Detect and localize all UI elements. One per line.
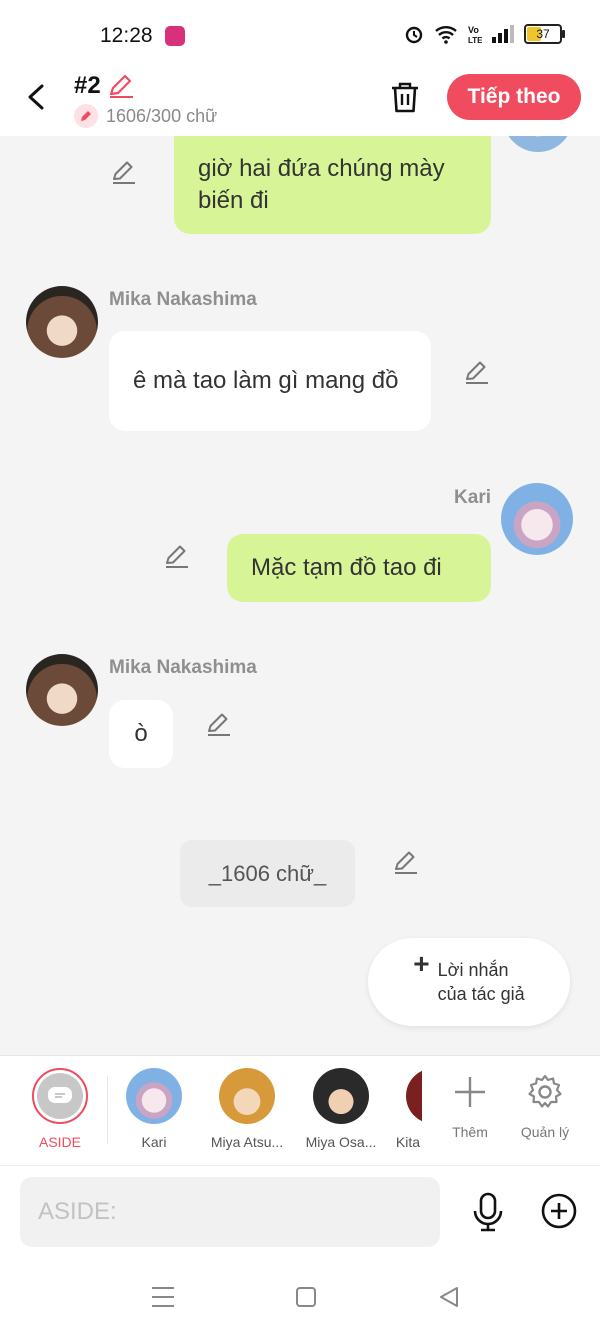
status-bar: 12:28 Vo LTE 37 [0, 0, 600, 68]
chat-area[interactable]: giờ hai đứa chúng mày biến đi Mika Nakas… [0, 136, 600, 1054]
author-message-label: Lời nhắn của tác giả [437, 960, 525, 1004]
character-label: Kita [395, 1134, 420, 1150]
gear-icon [528, 1074, 562, 1108]
message-bubble[interactable]: ò [109, 700, 173, 768]
avatar-kita [406, 1068, 422, 1124]
system-nav-bar [0, 1261, 600, 1333]
edit-message-icon[interactable] [205, 710, 233, 738]
add-character-button[interactable]: Thêm [435, 1070, 505, 1140]
character-label: Miya Atsu... [210, 1134, 284, 1150]
aside-note[interactable]: _1606 chữ_ [180, 840, 355, 907]
app-notification-icon [165, 26, 185, 46]
wifi-icon [435, 26, 457, 44]
plus-icon: + [413, 948, 430, 979]
chapter-title: #2 [74, 72, 101, 99]
trash-icon[interactable] [388, 80, 422, 114]
message-bubble[interactable]: ê mà tao làm gì mang đồ [109, 331, 431, 431]
avatar-kari [126, 1068, 182, 1124]
editor-header: #2 1606/300 chữ Tiếp theo [0, 68, 600, 136]
edit-message-icon[interactable] [163, 542, 191, 570]
pencil-badge-icon [74, 104, 98, 128]
aside-avatar [32, 1068, 88, 1124]
battery-level: 37 [536, 27, 550, 41]
battery-icon: 37 [524, 24, 565, 44]
message-text: giờ hai đứa chúng mày biến đi [198, 155, 445, 214]
character-bar: ASIDE Kari Miya Atsu... Miya Osa... Kita… [0, 1055, 600, 1166]
message-input[interactable] [20, 1177, 440, 1247]
signal-icon [492, 25, 514, 43]
svg-text:Vo: Vo [468, 25, 479, 35]
avatar-miya-osa [313, 1068, 369, 1124]
input-bar [0, 1165, 600, 1262]
divider [107, 1076, 108, 1144]
svg-text:LTE: LTE [468, 36, 482, 44]
message-text: ò [134, 720, 148, 747]
character-miya-atsu[interactable]: Miya Atsu... [202, 1068, 292, 1150]
manage-label: Quản lý [520, 1124, 570, 1140]
avatar-kari[interactable] [501, 483, 573, 555]
character-kari[interactable]: Kari [109, 1068, 199, 1150]
edit-message-icon[interactable] [110, 158, 138, 186]
plus-icon [455, 1077, 485, 1107]
edit-message-icon[interactable] [392, 848, 420, 876]
avatar-miya-atsu [219, 1068, 275, 1124]
volte-icon: VoLTE [468, 25, 482, 44]
alarm-icon [405, 26, 423, 44]
speaker-name: Mika Nakashima [109, 657, 257, 678]
message-bubble[interactable]: giờ hai đứa chúng mày biến đi [174, 136, 491, 234]
add-circle-icon[interactable] [540, 1192, 578, 1230]
speaker-name: Kari [454, 487, 491, 508]
avatar-mika[interactable] [26, 286, 98, 358]
add-label: Thêm [452, 1124, 488, 1140]
speaker-name: Mika Nakashima [109, 289, 257, 310]
back-triangle-icon[interactable] [437, 1285, 461, 1309]
next-button[interactable]: Tiếp theo [447, 74, 581, 120]
word-count: 1606/300 chữ [106, 105, 218, 126]
character-label: Kari [141, 1134, 167, 1150]
avatar-mika[interactable] [26, 654, 98, 726]
manage-characters-button[interactable]: Quản lý [510, 1070, 580, 1140]
character-aside[interactable]: ASIDE [15, 1068, 105, 1150]
word-count-row: 1606/300 chữ [74, 104, 217, 128]
character-label: ASIDE [38, 1134, 81, 1150]
avatar-kari-partial [503, 136, 573, 152]
home-icon[interactable] [294, 1285, 318, 1309]
status-time: 12:28 [100, 24, 153, 47]
chapter-title-row[interactable]: #2 [74, 72, 135, 100]
message-text: Mặc tạm đồ tao đi [251, 554, 442, 581]
status-icons: Vo LTE 37 [404, 24, 565, 44]
back-arrow-icon[interactable] [22, 82, 52, 112]
microphone-icon[interactable] [470, 1192, 506, 1232]
chat-bubble-icon [48, 1087, 72, 1103]
character-kita[interactable]: Kita [362, 1068, 422, 1150]
message-text: ê mà tao làm gì mang đồ [133, 367, 399, 394]
aside-note-text: _1606 chữ_ [208, 860, 327, 886]
edit-message-icon[interactable] [463, 358, 491, 386]
message-bubble[interactable]: Mặc tạm đồ tao đi [227, 534, 491, 602]
edit-title-icon[interactable] [107, 72, 135, 100]
menu-icon[interactable] [150, 1285, 176, 1309]
author-message-button[interactable]: + Lời nhắn của tác giả [368, 938, 570, 1026]
